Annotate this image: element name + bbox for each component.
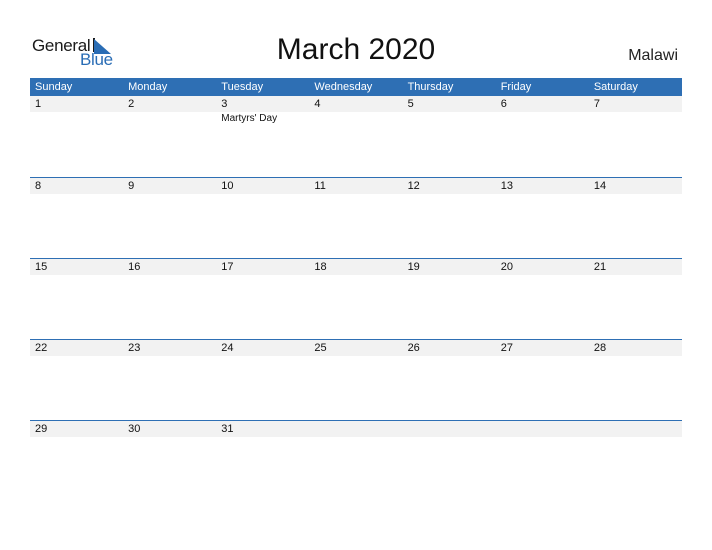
day-number: 22: [35, 342, 48, 354]
day-event: [403, 194, 496, 195]
day-event: [403, 437, 496, 438]
day-number: 17: [221, 261, 234, 273]
day-event: [123, 194, 216, 195]
day-event: [309, 356, 402, 357]
week-row: 8 9 10 11 12 13 14: [30, 177, 682, 258]
day-number: 10: [221, 180, 234, 192]
day-event: [30, 275, 123, 276]
day-number: 20: [500, 261, 513, 273]
day-event: Martyrs' Day: [221, 113, 278, 124]
day-number: 3: [221, 98, 228, 110]
weekday-header: Sunday Monday Tuesday Wednesday Thursday…: [30, 78, 682, 96]
day-number: 26: [407, 342, 420, 354]
day-number: 6: [500, 98, 507, 110]
weekday-sunday: Sunday: [35, 81, 73, 93]
day-event: [216, 194, 309, 195]
day-number: 23: [128, 342, 141, 354]
day-event: [309, 194, 402, 195]
week-row: 22 23 24 25 26 27 28: [30, 339, 682, 420]
calendar-title: March 2020: [276, 33, 436, 66]
calendar-grid: Sunday Monday Tuesday Wednesday Thursday…: [30, 78, 682, 501]
day-event: [403, 112, 496, 124]
day-number: 11: [314, 180, 326, 192]
day-number: 15: [35, 261, 48, 273]
weeks-container: 1 2 3 4 5 6 7 Martyrs' Day 8 9 10 11 12 13 14 15 16 17 18 1…: [30, 96, 682, 501]
day-number: 19: [407, 261, 420, 273]
day-event: [30, 194, 123, 195]
events-row: [30, 356, 682, 357]
day-number-row: 29 30 31: [30, 421, 682, 437]
day-number: 4: [314, 98, 321, 110]
day-number: [589, 421, 682, 437]
day-event: [123, 112, 216, 124]
day-event: [309, 275, 402, 276]
weekday-tuesday: Tuesday: [221, 81, 264, 93]
day-event: [496, 194, 589, 195]
day-number: 18: [314, 261, 327, 273]
day-event: [496, 356, 589, 357]
day-number: [403, 421, 496, 437]
day-event: [30, 356, 123, 357]
events-row: [30, 275, 682, 276]
day-event: [30, 112, 123, 124]
day-event: [309, 437, 402, 438]
weekday-saturday: Saturday: [593, 81, 638, 93]
day-number: 2: [128, 98, 135, 110]
day-number: 30: [128, 423, 141, 435]
week-row: 1 2 3 4 5 6 7 Martyrs' Day: [30, 96, 682, 177]
day-event: [216, 356, 309, 357]
week-row: 29 30 31: [30, 420, 682, 501]
day-number: 25: [314, 342, 327, 354]
day-event: [589, 112, 682, 124]
day-event: [496, 112, 589, 124]
day-event: [216, 437, 309, 438]
day-event: [123, 275, 216, 276]
day-number: 1: [35, 98, 42, 110]
weekday-thursday: Thursday: [407, 81, 454, 93]
day-number: 31: [221, 423, 234, 435]
week-row: 15 16 17 18 19 20 21: [30, 258, 682, 339]
weekday-friday: Friday: [500, 81, 532, 93]
day-number: 13: [500, 180, 513, 192]
day-number: 27: [500, 342, 513, 354]
day-event: [589, 194, 682, 195]
day-event: [589, 356, 682, 357]
day-number: [496, 421, 589, 437]
day-event: [123, 356, 216, 357]
day-number: 5: [407, 98, 414, 110]
day-number: 9: [128, 180, 135, 192]
day-number-row: 15 16 17 18 19 20 21: [30, 259, 682, 275]
country-label: Malawi: [628, 47, 678, 64]
day-number: [309, 421, 402, 437]
day-number: 12: [407, 180, 420, 192]
day-number: 14: [593, 180, 607, 192]
day-number: 7: [593, 98, 600, 110]
day-event: [123, 437, 216, 438]
day-event: [589, 437, 682, 438]
day-event: [496, 437, 589, 438]
day-event: [496, 275, 589, 276]
weekday-monday: Monday: [128, 81, 168, 93]
day-number: 8: [35, 180, 42, 192]
day-number-row: 22 23 24 25 26 27 28: [30, 340, 682, 356]
events-row: [30, 194, 682, 195]
day-event: [216, 275, 309, 276]
day-number: 21: [593, 261, 607, 273]
day-number: 24: [221, 342, 234, 354]
day-number: 16: [128, 261, 141, 273]
day-number: 29: [35, 423, 48, 435]
weekday-wednesday: Wednesday: [314, 81, 373, 93]
day-event: [403, 356, 496, 357]
day-number: 28: [593, 342, 607, 354]
day-event: [403, 275, 496, 276]
day-event: [589, 275, 682, 276]
day-event: [309, 112, 402, 124]
events-row: Martyrs' Day: [30, 112, 682, 124]
day-event: [30, 437, 123, 438]
day-number-row: 8 9 10 11 12 13 14: [30, 178, 682, 194]
events-row: [30, 437, 682, 438]
day-number-row: 1 2 3 4 5 6 7: [30, 96, 682, 112]
